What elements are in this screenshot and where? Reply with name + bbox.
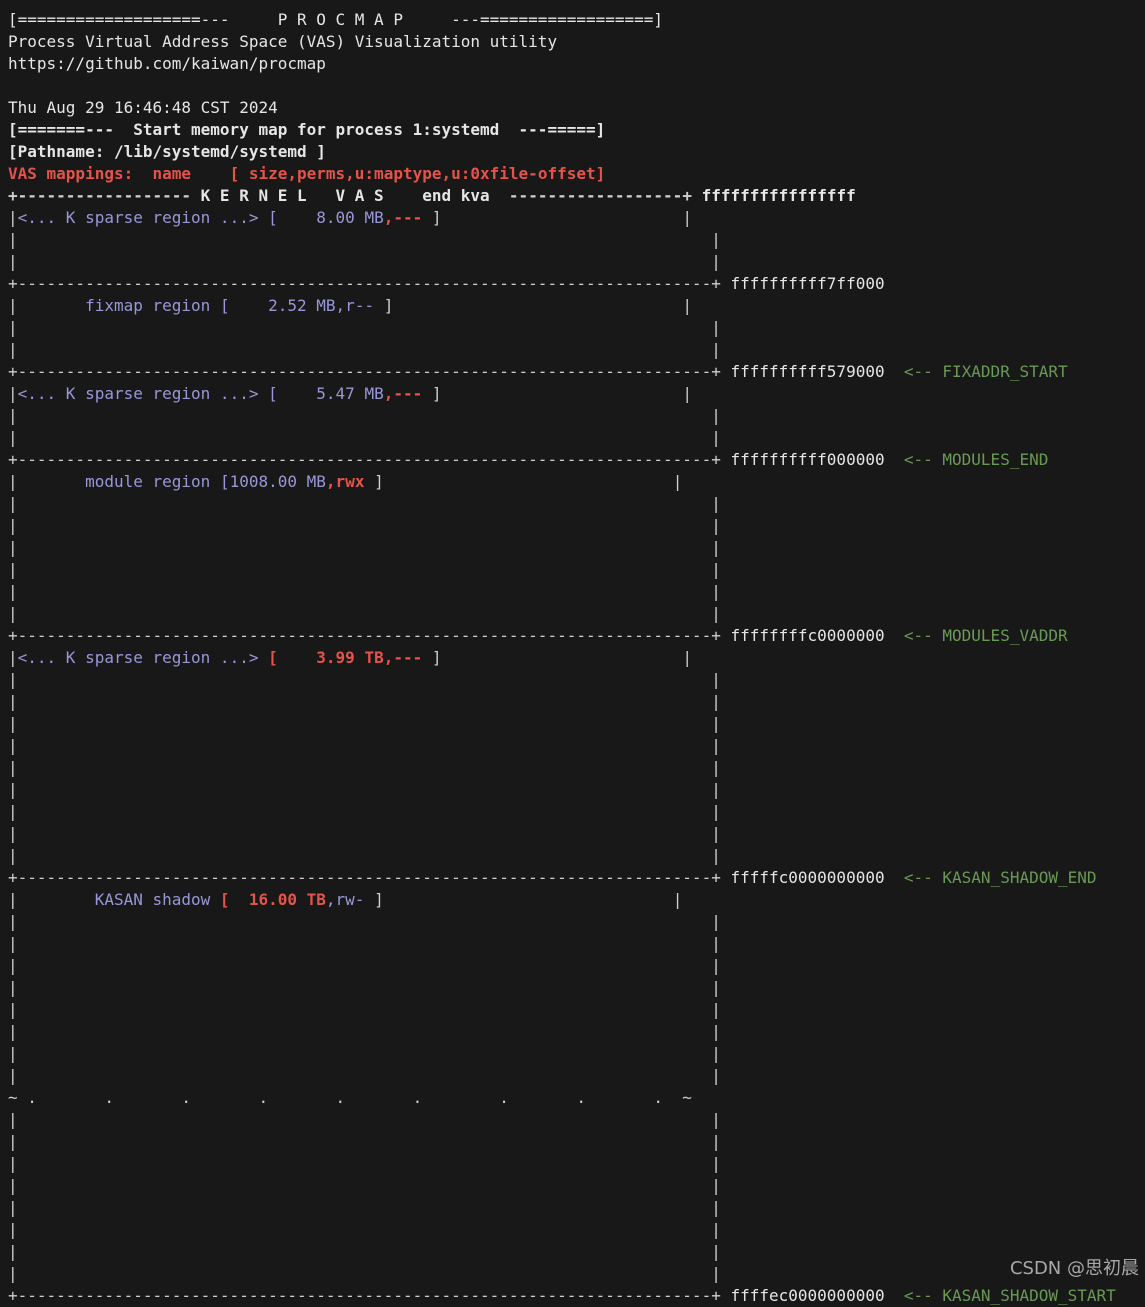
vas-mappings-legend: VAS mappings: name [ size,perms,u:maptyp… <box>8 164 606 183</box>
boundary-fixmap-end: +---------------------------------------… <box>8 274 885 293</box>
region-row-fixmap: | fixmap region [ 2.52 MB,r-- ] | <box>8 296 692 315</box>
boundary-kasan-shadow-end: +---------------------------------------… <box>8 868 1097 887</box>
procmap-banner: [===================--- P R O C M A P --… <box>8 10 664 29</box>
region-row-sparse-2: |<... K sparse region ...> [ 5.47 MB,---… <box>8 384 692 403</box>
boundary-fixaddr-start: +---------------------------------------… <box>8 362 1068 381</box>
region-row-kasan-shadow: | KASAN shadow [ 16.00 TB,rw- ] | <box>8 890 683 909</box>
subtitle: Process Virtual Address Space (VAS) Visu… <box>8 32 558 51</box>
pathname-line: [Pathname: /lib/systemd/systemd ] <box>8 142 326 161</box>
terminal-output: [===================--- P R O C M A P --… <box>8 9 1145 1307</box>
boundary-modules-end: +---------------------------------------… <box>8 450 1049 469</box>
csdn-watermark: CSDN @思初晨 <box>1009 1258 1139 1279</box>
ellipsis-row: ~ . . . . . . . . . ~ <box>8 1088 692 1107</box>
top-address: ffffffffffffffff <box>701 186 856 205</box>
region-row-sparse-3: |<... K sparse region ...> [ 3.99 TB,---… <box>8 648 692 667</box>
repo-url: https://github.com/kaiwan/procmap <box>8 54 326 73</box>
region-row-module: | module region [1008.00 MB,rwx ] | <box>8 472 683 491</box>
boundary-modules-vaddr: +---------------------------------------… <box>8 626 1068 645</box>
kernel-vas-header: +------------------ K E R N E L V A S en… <box>8 186 856 205</box>
region-row-sparse-1: |<... K sparse region ...> [ 8.00 MB,---… <box>8 208 692 227</box>
start-memory-map-line: [=======--- Start memory map for process… <box>8 120 606 139</box>
timestamp: Thu Aug 29 16:46:48 CST 2024 <box>8 98 278 117</box>
boundary-kasan-shadow-start: +---------------------------------------… <box>8 1286 1116 1305</box>
